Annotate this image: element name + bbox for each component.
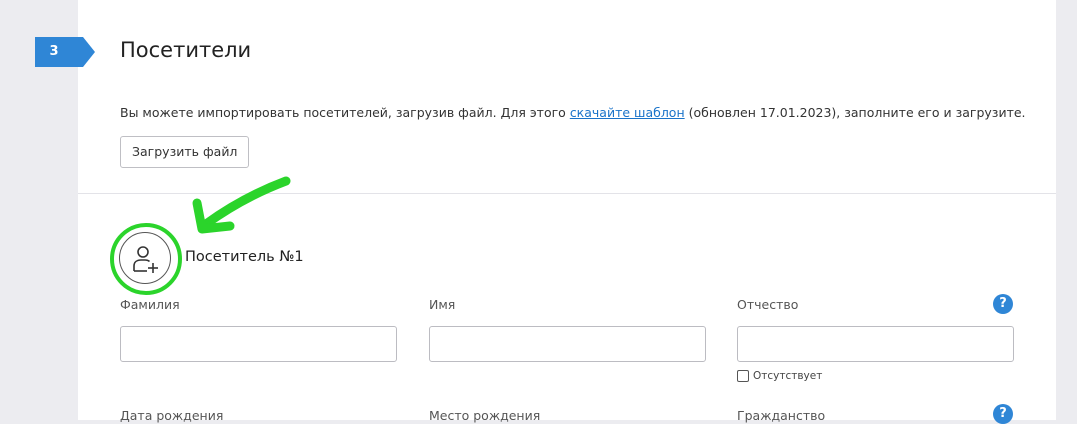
visitor-title: Посетитель №1 <box>185 249 304 265</box>
add-visitor-highlight <box>110 223 182 295</box>
patronymic-help-icon[interactable]: ? <box>993 294 1013 314</box>
citizenship-label: Гражданство <box>737 408 826 423</box>
patronymic-label: Отчество <box>737 297 799 312</box>
download-template-link[interactable]: скачайте шаблон <box>570 105 685 120</box>
add-visitor-button[interactable] <box>119 232 171 284</box>
import-description: Вы можете импортировать посетителей, заг… <box>120 105 1026 120</box>
user-plus-icon <box>133 246 158 273</box>
last-name-field[interactable] <box>120 326 397 362</box>
green-arrow-annotation <box>192 176 291 234</box>
patronymic-absent-label: Отсутствует <box>753 370 823 382</box>
patronymic-field[interactable] <box>737 326 1014 362</box>
first-name-field[interactable] <box>429 326 706 362</box>
upload-file-button[interactable]: Загрузить файл <box>120 136 250 168</box>
checkbox-box[interactable] <box>737 370 749 382</box>
first-name-label: Имя <box>429 297 456 312</box>
step-badge: 3 <box>35 37 95 67</box>
birth-place-label: Место рождения <box>429 408 541 423</box>
birth-date-label: Дата рождения <box>120 408 224 423</box>
citizenship-help-icon[interactable]: ? <box>993 404 1013 424</box>
step-number: 3 <box>49 44 59 59</box>
section-title: Посетители <box>120 38 252 62</box>
patronymic-absent-checkbox[interactable]: Отсутствует <box>737 370 822 382</box>
import-text-before: Вы можете импортировать посетителей, заг… <box>120 105 570 120</box>
last-name-label: Фамилия <box>120 297 180 312</box>
import-text-after: (обновлен 17.01.2023), заполните его и з… <box>684 105 1026 120</box>
